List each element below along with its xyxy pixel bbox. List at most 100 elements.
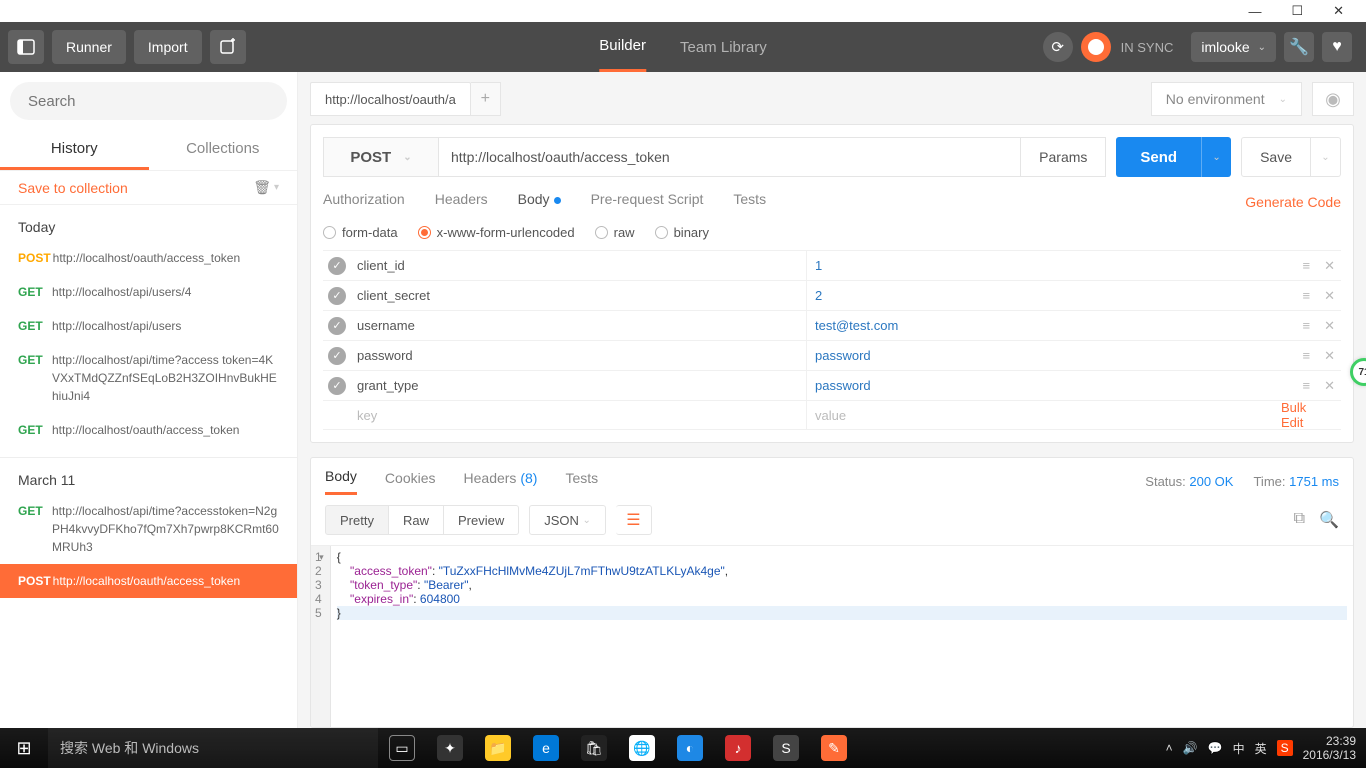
method-select[interactable]: POST⌄	[323, 137, 439, 177]
environment-select[interactable]: No environment⌄	[1151, 82, 1302, 116]
history-item[interactable]: GEThttp://localhost/api/users	[0, 309, 297, 343]
save-button[interactable]: Save	[1241, 137, 1311, 177]
taskbar-app[interactable]: S	[762, 728, 810, 768]
url-input[interactable]: http://localhost/oauth/access_token	[439, 137, 1021, 177]
response-cookies-tab[interactable]: Cookies	[385, 470, 436, 494]
view-preview-button[interactable]: Preview	[444, 505, 519, 535]
user-menu[interactable]: imlooke⌄	[1191, 32, 1276, 62]
delete-row-icon[interactable]: ✕	[1324, 288, 1335, 304]
send-dropdown[interactable]: ⌄	[1201, 137, 1231, 177]
body-type-binary[interactable]: binary	[655, 225, 709, 240]
collections-tab[interactable]: Collections	[149, 130, 298, 170]
taskbar-app[interactable]: 🛍	[570, 728, 618, 768]
response-body[interactable]: 12345 { "access_token": "TuZxxFHcHlMvMe4…	[311, 546, 1353, 727]
interceptor-icon[interactable]: ⟳	[1043, 32, 1073, 62]
history-item[interactable]: GEThttp://localhost/api/time?access toke…	[0, 343, 297, 413]
minimize-button[interactable]: —	[1248, 4, 1261, 19]
tray-volume-icon[interactable]: 🔊	[1183, 741, 1198, 755]
body-type-raw[interactable]: raw	[595, 225, 635, 240]
history-item[interactable]: GEThttp://localhost/oauth/access_token	[0, 413, 297, 447]
check-icon[interactable]: ✓	[328, 287, 346, 305]
taskbar-clock[interactable]: 23:39 2016/3/13	[1303, 734, 1356, 763]
drag-icon[interactable]: ≡	[1303, 348, 1311, 364]
history-item[interactable]: POSThttp://localhost/oauth/access_token	[0, 564, 297, 598]
taskbar-app[interactable]: ✎	[810, 728, 858, 768]
environment-preview-button[interactable]: ◉	[1312, 82, 1354, 116]
drag-icon[interactable]: ≡	[1303, 318, 1311, 334]
new-window-button[interactable]	[210, 30, 246, 64]
send-button[interactable]: Send	[1116, 137, 1201, 177]
tests-tab[interactable]: Tests	[733, 191, 766, 213]
generate-code-link[interactable]: Generate Code	[1245, 194, 1341, 210]
wrap-lines-button[interactable]: ☰	[616, 505, 652, 535]
headers-tab[interactable]: Headers	[435, 191, 488, 213]
check-icon[interactable]: ✓	[328, 377, 346, 395]
sync-status-icon[interactable]	[1081, 32, 1111, 62]
delete-history-button[interactable]: 🗑▾	[253, 179, 279, 196]
builder-tab[interactable]: Builder	[599, 22, 646, 72]
history-item[interactable]: GEThttp://localhost/api/time?accesstoken…	[0, 494, 297, 564]
favorite-button[interactable]: ♥	[1322, 32, 1352, 62]
maximize-button[interactable]: ☐	[1291, 3, 1303, 19]
bulk-edit-link[interactable]: Bulk Edit	[1281, 400, 1335, 430]
history-tab[interactable]: History	[0, 130, 149, 170]
taskbar-app[interactable]: ◐	[666, 728, 714, 768]
table-row[interactable]: ✓passwordpassword≡✕	[323, 340, 1341, 370]
check-icon[interactable]: ✓	[328, 257, 346, 275]
body-tab[interactable]: Body	[518, 191, 561, 213]
tray-notification-icon[interactable]: 💬	[1208, 741, 1223, 755]
response-tests-tab[interactable]: Tests	[565, 470, 598, 494]
save-dropdown[interactable]: ⌄	[1311, 137, 1341, 177]
format-select[interactable]: JSON ⌄	[529, 505, 606, 535]
delete-row-icon[interactable]: ✕	[1324, 348, 1335, 364]
check-icon[interactable]: ✓	[328, 347, 346, 365]
response-headers-tab[interactable]: Headers (8)	[464, 470, 538, 494]
table-row[interactable]: ✓client_id1≡✕	[323, 250, 1341, 280]
body-type-formdata[interactable]: form-data	[323, 225, 398, 240]
tray-chevron-icon[interactable]: ˄	[1166, 741, 1173, 755]
sidebar-toggle-button[interactable]	[8, 30, 44, 64]
taskbar-app[interactable]: e	[522, 728, 570, 768]
team-library-tab[interactable]: Team Library	[680, 22, 767, 72]
table-row[interactable]: ✓client_secret2≡✕	[323, 280, 1341, 310]
table-row[interactable]: ✓usernametest@test.com≡✕	[323, 310, 1341, 340]
delete-row-icon[interactable]: ✕	[1324, 258, 1335, 274]
start-button[interactable]: ⊞	[0, 728, 48, 768]
add-tab-button[interactable]: +	[471, 82, 501, 116]
delete-row-icon[interactable]: ✕	[1324, 318, 1335, 334]
tray-ime[interactable]: 英	[1255, 740, 1267, 757]
view-pretty-button[interactable]: Pretty	[325, 505, 389, 535]
prerequest-tab[interactable]: Pre-request Script	[591, 191, 704, 213]
task-view-icon[interactable]: ▭	[378, 728, 426, 768]
close-button[interactable]: ✕	[1333, 3, 1344, 19]
response-body-tab[interactable]: Body	[325, 468, 357, 495]
settings-button[interactable]: 🔧	[1284, 32, 1314, 62]
drag-icon[interactable]: ≡	[1303, 258, 1311, 274]
view-raw-button[interactable]: Raw	[389, 505, 444, 535]
search-input[interactable]	[10, 82, 287, 120]
body-type-urlencoded[interactable]: x-www-form-urlencoded	[418, 225, 575, 240]
taskbar-app[interactable]: ✦	[426, 728, 474, 768]
import-button[interactable]: Import	[134, 30, 202, 64]
taskbar-app[interactable]: 🌐	[618, 728, 666, 768]
save-to-collection-link[interactable]: Save to collection	[18, 180, 128, 196]
table-row[interactable]: ✓grant_typepassword≡✕	[323, 370, 1341, 400]
history-item[interactable]: POSThttp://localhost/oauth/access_token	[0, 241, 297, 275]
search-response-icon[interactable]: 🔍	[1319, 510, 1339, 530]
request-tab[interactable]: http://localhost/oauth/a	[310, 82, 471, 116]
delete-row-icon[interactable]: ✕	[1324, 378, 1335, 394]
copy-response-icon[interactable]: ⧉	[1294, 510, 1305, 530]
taskbar-search[interactable]: 搜索 Web 和 Windows	[48, 728, 378, 768]
taskbar-app[interactable]: 📁	[474, 728, 522, 768]
runner-button[interactable]: Runner	[52, 30, 126, 64]
tray-sogou-icon[interactable]: S	[1277, 740, 1293, 756]
check-icon[interactable]: ✓	[328, 317, 346, 335]
authorization-tab[interactable]: Authorization	[323, 191, 405, 213]
params-button[interactable]: Params	[1021, 137, 1106, 177]
drag-icon[interactable]: ≡	[1303, 288, 1311, 304]
taskbar-app[interactable]: ♪	[714, 728, 762, 768]
drag-icon[interactable]: ≡	[1303, 378, 1311, 394]
tray-ime[interactable]: 中	[1233, 740, 1245, 757]
table-row[interactable]: keyvalueBulk Edit	[323, 400, 1341, 430]
history-item[interactable]: GEThttp://localhost/api/users/4	[0, 275, 297, 309]
